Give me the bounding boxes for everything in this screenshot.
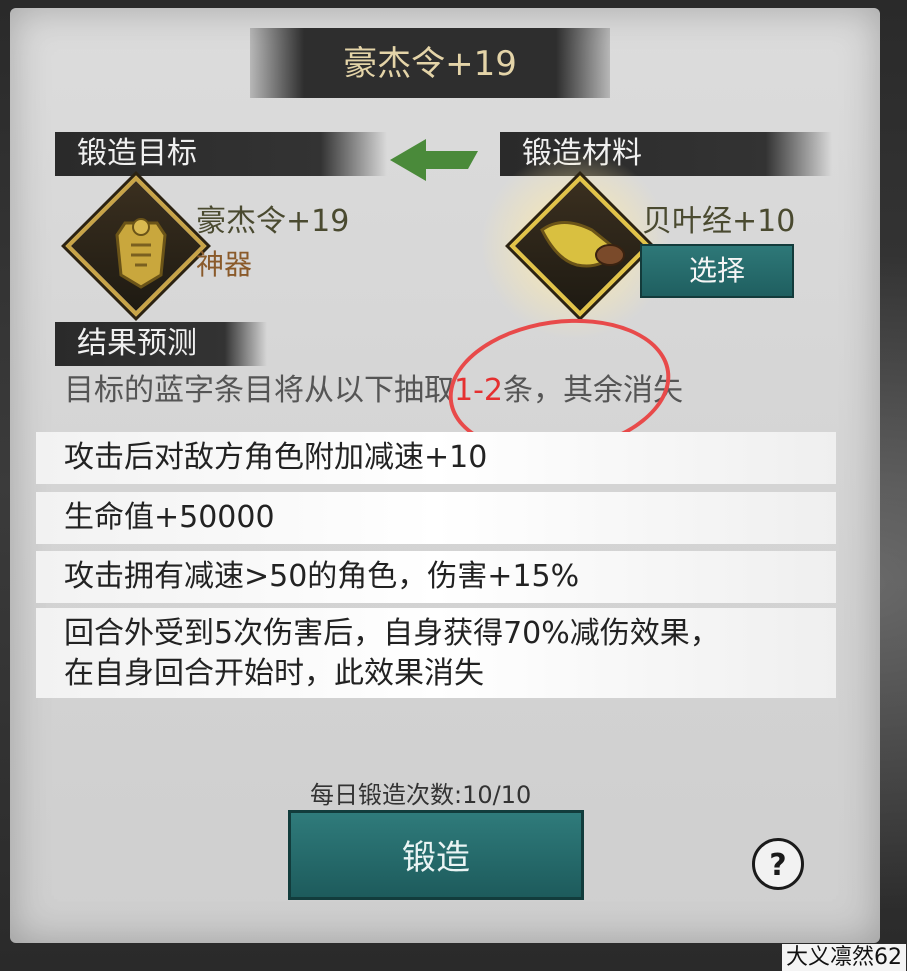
forge-button[interactable]: 锻造: [288, 810, 584, 900]
arrow-left-icon: [390, 139, 478, 181]
help-icon[interactable]: ?: [752, 838, 804, 890]
select-button[interactable]: 选择: [640, 244, 794, 298]
desc-before: 目标的蓝字条目将从以下抽取: [64, 373, 454, 408]
page-title: 豪杰令+19: [343, 44, 517, 84]
scroll-icon: [540, 221, 625, 268]
target-item-quality: 神器: [196, 248, 253, 281]
stat-row: 回合外受到5次伤害后，自身获得70%减伤效果， 在自身回合开始时，此效果消失: [36, 608, 836, 698]
watermark: 大义凛然62: [782, 944, 906, 971]
target-item-name: 豪杰令+19: [196, 204, 350, 239]
daily-forge-count: 每日锻造次数:10/10: [310, 781, 532, 809]
result-label: 结果预测: [55, 322, 267, 366]
material-item-name: 贝叶经+10: [642, 204, 796, 239]
stat-row: 攻击后对敌方角色附加减速+10: [36, 432, 836, 484]
stat-row: 生命值+50000: [36, 492, 836, 544]
target-label: 锻造目标: [55, 132, 387, 176]
stat-row: 攻击拥有减速>50的角色，伤害+15%: [36, 551, 836, 603]
token-icon: [115, 218, 167, 289]
